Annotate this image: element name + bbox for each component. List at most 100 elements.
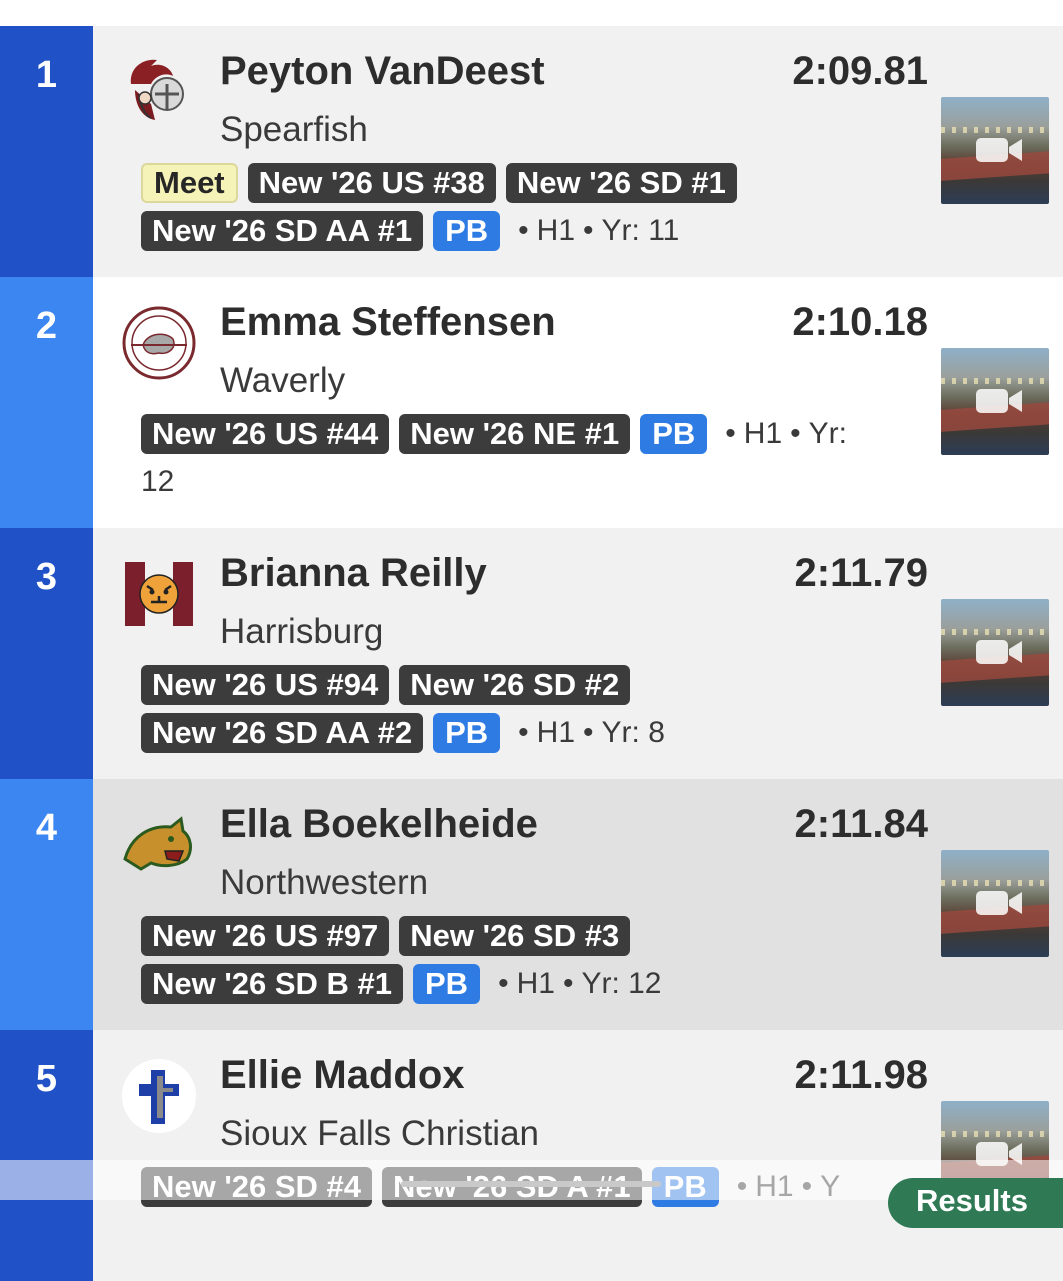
badge-area: New '26 US #94 New '26 SD #2 New '26 SD A… bbox=[141, 665, 971, 761]
pb-badge: PB bbox=[433, 713, 501, 753]
place-number: 1 bbox=[35, 54, 58, 96]
northwestern-wildcat-logo bbox=[123, 816, 192, 871]
ranking-badge: New '26 US #97 bbox=[141, 916, 390, 956]
place-cell: 1 bbox=[0, 26, 93, 277]
team-name[interactable]: Spearfish bbox=[220, 110, 368, 150]
result-time: 2:09.81 bbox=[792, 49, 928, 93]
place-cell: 5 bbox=[0, 1030, 93, 1281]
harrisburg-tiger-logo bbox=[125, 562, 193, 626]
separator-dot: • bbox=[518, 214, 529, 247]
separator-dot: • bbox=[583, 716, 594, 749]
home-indicator-handle[interactable] bbox=[401, 1181, 661, 1187]
place-cell: 3 bbox=[0, 528, 93, 779]
grade-label: Yr: 8 bbox=[601, 716, 665, 749]
athlete-cell[interactable]: Ella Boekelheide Northwestern 2:11.84 Ne… bbox=[93, 779, 1063, 1030]
team-name[interactable]: Northwestern bbox=[220, 863, 428, 903]
sioux-falls-christian-cross-logo bbox=[122, 1059, 196, 1133]
video-camera-icon bbox=[976, 891, 1022, 915]
ranking-badge: New '26 SD #1 bbox=[505, 163, 737, 203]
list-top-spacer bbox=[0, 0, 1063, 26]
athlete-name[interactable]: Brianna Reilly bbox=[220, 551, 487, 596]
place-number: 3 bbox=[35, 556, 58, 598]
ranking-badge: New '26 SD B #1 bbox=[141, 964, 403, 1004]
athlete-cell[interactable]: Ellie Maddox Sioux Falls Christian 2:11.… bbox=[93, 1030, 1063, 1281]
ranking-badge: New '26 SD #2 bbox=[399, 665, 631, 705]
stadium-lights bbox=[941, 1131, 1049, 1137]
ranking-badge: New '26 US #44 bbox=[141, 414, 390, 454]
separator-dot: • bbox=[790, 417, 801, 450]
badge-line: New '26 US #94 New '26 SD #2 bbox=[141, 665, 971, 713]
meta-info: • H1 • Yr: 12 bbox=[490, 964, 661, 1004]
badge-area: New '26 US #44 New '26 NE #1 PB • H1 • Yr: 12 bbox=[141, 414, 971, 510]
pb-badge: PB bbox=[433, 211, 501, 251]
athlete-name[interactable]: Emma Steffensen bbox=[220, 300, 556, 345]
ranking-badge: New '26 US #38 bbox=[247, 163, 496, 203]
result-time: 2:11.79 bbox=[794, 551, 928, 595]
ranking-badge: New '26 US #94 bbox=[141, 665, 390, 705]
place-cell: 2 bbox=[0, 277, 93, 528]
stadium-lights bbox=[941, 880, 1049, 886]
place-number: 2 bbox=[35, 305, 58, 347]
result-row[interactable]: 4 Ella Boekelheide Northwestern 2:11.84 bbox=[0, 779, 1063, 1030]
place-cell: 4 bbox=[0, 779, 93, 1030]
heat-label: H1 bbox=[536, 214, 576, 247]
athlete-cell[interactable]: Peyton VanDeest Spearfish 2:09.81 Meet Ne… bbox=[93, 26, 1063, 277]
badge-line: New '26 SD B #1 PB • H1 • Yr: 12 bbox=[141, 964, 971, 1012]
athlete-cell[interactable]: Emma Steffensen Waverly 2:10.18 New '26 … bbox=[93, 277, 1063, 528]
heat-label: H1 bbox=[743, 417, 783, 450]
waverly-vikings-logo bbox=[122, 306, 196, 380]
badge-line: Meet New '26 US #38 New '26 SD #1 bbox=[141, 163, 971, 211]
team-name[interactable]: Sioux Falls Christian bbox=[220, 1114, 539, 1154]
heat-label: H1 bbox=[516, 967, 555, 1000]
badge-area: Meet New '26 US #38 New '26 SD #1 New '26 … bbox=[141, 163, 971, 259]
video-camera-icon bbox=[976, 389, 1022, 413]
separator-dot: • bbox=[518, 716, 529, 749]
result-row[interactable]: 2 Emma Steffensen Waverly 2:10.18 New '2… bbox=[0, 277, 1063, 528]
badge-line: New '26 US #97 New '26 SD #3 bbox=[141, 916, 971, 964]
badge-line: 12 bbox=[141, 462, 971, 510]
stadium-lights bbox=[941, 378, 1049, 384]
grade-label: Yr: 11 bbox=[601, 214, 680, 247]
separator-dot: • bbox=[498, 967, 509, 1000]
grade-label: Yr: 12 bbox=[581, 967, 662, 1000]
ranking-badge: New '26 SD #3 bbox=[399, 916, 631, 956]
team-name[interactable]: Harrisburg bbox=[220, 612, 383, 652]
pb-badge: PB bbox=[412, 964, 481, 1004]
meta-info: • H1 • Yr: bbox=[717, 414, 847, 454]
athlete-name[interactable]: Peyton VanDeest bbox=[220, 49, 545, 94]
results-list: 1 Peyton VanDeest Spearfish 2:09.81 Meet… bbox=[0, 0, 1063, 1281]
spearfish-spartan-logo bbox=[130, 59, 184, 120]
result-row[interactable]: 3 Brianna Reilly Harrisburg 2:11.79 New … bbox=[0, 528, 1063, 779]
result-row[interactable]: 1 Peyton VanDeest Spearfish 2:09.81 Meet… bbox=[0, 26, 1063, 277]
grade-label: Yr: bbox=[808, 417, 848, 450]
meta-info: • H1 • Yr: 8 bbox=[510, 713, 665, 753]
result-time: 2:11.98 bbox=[794, 1053, 928, 1097]
pb-badge: PB bbox=[640, 414, 708, 454]
separator-dot: • bbox=[562, 967, 574, 1000]
result-time: 2:10.18 bbox=[792, 300, 928, 344]
team-name[interactable]: Waverly bbox=[220, 361, 345, 401]
badge-line: New '26 SD AA #2 PB • H1 • Yr: 8 bbox=[141, 713, 971, 761]
stadium-lights bbox=[941, 127, 1049, 133]
place-number: 4 bbox=[35, 807, 58, 849]
ranking-badge: New '26 SD AA #1 bbox=[141, 211, 424, 251]
video-camera-icon bbox=[976, 138, 1022, 162]
separator-dot: • bbox=[583, 214, 594, 247]
athlete-name[interactable]: Ella Boekelheide bbox=[220, 802, 538, 847]
athlete-name[interactable]: Ellie Maddox bbox=[220, 1053, 465, 1098]
meet-badge: Meet bbox=[141, 163, 238, 203]
athlete-cell[interactable]: Brianna Reilly Harrisburg 2:11.79 New '2… bbox=[93, 528, 1063, 779]
video-camera-icon bbox=[976, 640, 1022, 664]
ranking-badge: New '26 NE #1 bbox=[399, 414, 631, 454]
stadium-lights bbox=[941, 629, 1049, 635]
place-number: 5 bbox=[35, 1058, 58, 1100]
ranking-badge: New '26 SD AA #2 bbox=[141, 713, 424, 753]
badge-area: New '26 US #97 New '26 SD #3 New '26 SD B… bbox=[141, 916, 971, 1012]
badge-line: New '26 US #44 New '26 NE #1 PB • H1 • Yr: bbox=[141, 414, 971, 462]
results-button[interactable]: Results bbox=[888, 1178, 1063, 1228]
meta-info: • H1 • Yr: 11 bbox=[510, 211, 679, 251]
separator-dot: • bbox=[725, 417, 736, 450]
badge-line: New '26 SD AA #1 PB • H1 • Yr: 11 bbox=[141, 211, 971, 259]
result-row[interactable]: 5 Ellie Maddox Sioux Falls Christian 2:1… bbox=[0, 1030, 1063, 1281]
heat-label: H1 bbox=[536, 716, 576, 749]
